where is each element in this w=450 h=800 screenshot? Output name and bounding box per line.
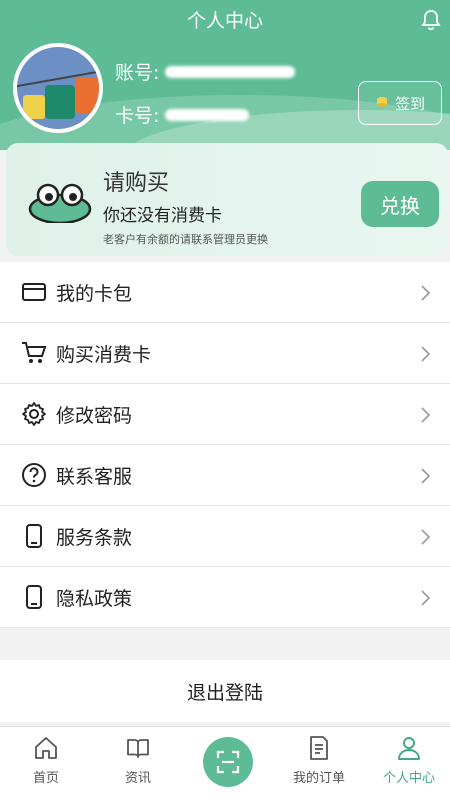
question-icon: [22, 463, 46, 487]
menu-item-buy-card[interactable]: 购买消费卡: [0, 323, 450, 384]
banner-title: 请购买: [103, 171, 170, 196]
purchase-card-banner: 请购买 你还没有消费卡 老客户有余额的请联系管理员更换 兑换: [6, 143, 448, 256]
scan-button[interactable]: [203, 737, 253, 787]
menu-item-change-password[interactable]: 修改密码: [0, 384, 450, 445]
menu-item-terms[interactable]: 服务条款: [0, 506, 450, 567]
tab-label: 我的订单: [292, 771, 345, 786]
gear-icon: [22, 402, 46, 426]
exchange-button[interactable]: 兑换: [361, 181, 439, 227]
chevron-right-icon: [421, 529, 431, 545]
tab-label: 首页: [32, 771, 59, 786]
menu-item-label: 联系客服: [56, 466, 133, 488]
chevron-right-icon: [421, 468, 431, 484]
phone-doc-icon: [26, 524, 42, 548]
card-number-redacted: [165, 108, 250, 121]
chevron-right-icon: [421, 285, 431, 301]
tab-orders[interactable]: 我的订单: [284, 735, 354, 786]
tab-home[interactable]: 首页: [11, 735, 81, 786]
menu-item-label: 我的卡包: [56, 283, 133, 305]
chevron-right-icon: [421, 590, 431, 606]
phone-doc-icon: [26, 585, 42, 609]
page-title: 个人中心: [186, 10, 263, 32]
signin-button[interactable]: 签到: [358, 81, 442, 125]
menu-item-label: 修改密码: [56, 405, 133, 427]
book-icon: [127, 739, 149, 758]
menu-item-label: 购买消费卡: [56, 344, 152, 366]
account-row: 账号:: [115, 58, 296, 85]
banner-subtitle: 你还没有消费卡: [103, 206, 222, 226]
bell-icon[interactable]: [419, 8, 443, 32]
card-row: 卡号:: [115, 101, 250, 128]
scan-icon: [216, 750, 240, 774]
tab-label: 个人中心: [382, 771, 435, 786]
home-icon: [35, 737, 57, 759]
menu-item-privacy[interactable]: 隐私政策: [0, 567, 450, 628]
coins-icon: [376, 97, 387, 107]
order-icon: [310, 736, 328, 760]
avatar[interactable]: [13, 43, 103, 133]
mascot-icon: [28, 183, 92, 223]
tab-profile[interactable]: 个人中心: [374, 735, 444, 786]
profile-header: 个人中心 账号: 卡号: 签到: [0, 0, 450, 150]
banner-note: 老客户有余额的请联系管理员更换: [103, 233, 268, 246]
signin-label: 签到: [394, 94, 425, 113]
account-label: 账号:: [115, 62, 160, 84]
menu-item-label: 服务条款: [56, 527, 133, 549]
person-icon: [398, 737, 420, 760]
menu-item-label: 隐私政策: [56, 588, 133, 610]
cart-icon: [22, 342, 47, 363]
card-label: 卡号:: [115, 105, 160, 127]
bottom-tab-bar: 首页 资讯 我的订单 个人中心: [0, 726, 450, 800]
logout-button[interactable]: 退出登陆: [0, 660, 450, 722]
menu-item-card-wallet[interactable]: 我的卡包: [0, 262, 450, 323]
card-wallet-icon: [22, 283, 46, 301]
tab-label: 资讯: [124, 771, 151, 786]
tab-news[interactable]: 资讯: [103, 735, 173, 786]
chevron-right-icon: [421, 407, 431, 423]
settings-menu: 我的卡包 购买消费卡 修改密码 联系客服 服务条款 隐私政策: [0, 262, 450, 628]
account-number-redacted: [165, 65, 296, 78]
menu-item-contact-support[interactable]: 联系客服: [0, 445, 450, 506]
chevron-right-icon: [421, 346, 431, 362]
